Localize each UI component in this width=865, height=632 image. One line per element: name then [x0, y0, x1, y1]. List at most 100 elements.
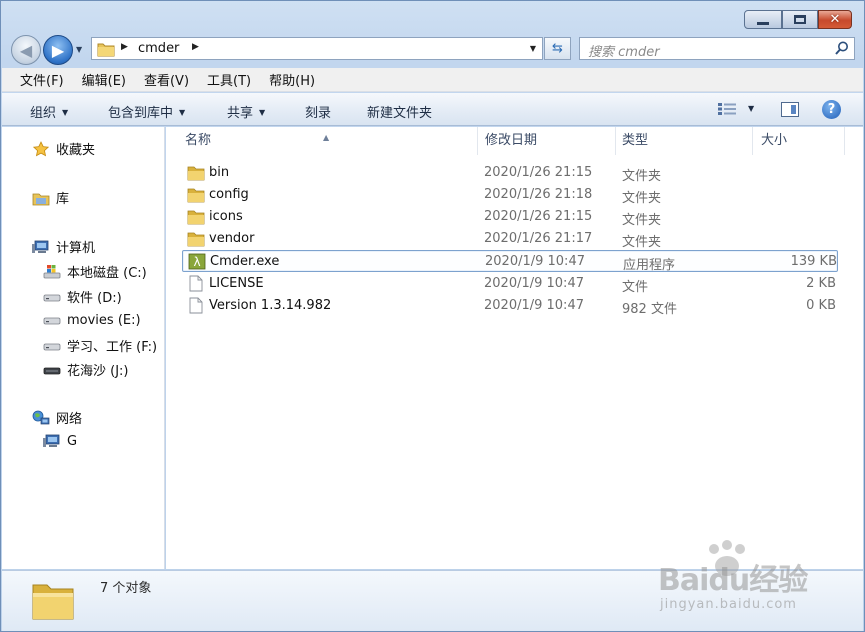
sidebar-item-label: 收藏夹 [56, 143, 96, 158]
search-placeholder: 搜索 cmder [588, 45, 660, 60]
organize-button[interactable]: 组织 ▼ [30, 102, 68, 121]
file-name: bin [209, 165, 230, 180]
sidebar-item-computer[interactable]: 计算机 [32, 237, 95, 256]
table-row[interactable]: icons 2020/1/26 21:15 文件夹 [182, 206, 838, 228]
search-input[interactable]: 搜索 cmder [579, 37, 855, 60]
explorer-window: ✕ ◀ ▶ ▼ ▶ cmder ▶ ▼ ⇆ 搜索 cmder 文件(F) 编辑( [0, 0, 865, 632]
file-type: 文件夹 [622, 169, 662, 184]
table-row[interactable]: config 2020/1/26 21:18 文件夹 [182, 184, 838, 206]
sidebar-item-network[interactable]: 网络 [32, 408, 82, 427]
back-button[interactable]: ◀ [11, 35, 41, 65]
file-modified-date: 2020/1/26 21:18 [484, 187, 593, 202]
recent-pages-dropdown[interactable]: ▼ [76, 45, 82, 54]
table-row[interactable]: λ Cmder.exe 2020/1/9 10:47 应用程序 139 KB [182, 250, 838, 273]
hard-drive-icon [43, 289, 61, 305]
menu-file[interactable]: 文件(F) [2, 70, 73, 89]
file-name: Version 1.3.14.982 [209, 298, 332, 313]
table-row[interactable]: LICENSE 2020/1/9 10:47 文件 2 KB [182, 273, 838, 295]
include-in-library-button[interactable]: 包含到库中 ▼ [108, 102, 185, 121]
column-header-modified[interactable]: 修改日期 [478, 127, 616, 155]
caption-buttons: ✕ [744, 10, 852, 29]
sidebar-item-drive-j[interactable]: 花海沙 (J:) [43, 360, 129, 379]
sort-ascending-icon: ▲ [323, 133, 330, 142]
breadcrumb-separator-icon[interactable]: ▶ [192, 42, 199, 52]
sidebar-item-label: 库 [56, 192, 70, 207]
chevron-down-icon: ▼ [259, 108, 266, 117]
computer-icon [32, 239, 50, 255]
svg-text:λ: λ [193, 255, 200, 269]
share-button[interactable]: 共享 ▼ [227, 102, 265, 121]
file-type: 文件夹 [622, 235, 662, 250]
menu-tools[interactable]: 工具(T) [198, 70, 260, 89]
sidebar-item-label: 计算机 [56, 241, 96, 256]
sidebar-item-label: 学习、工作 (F:) [67, 340, 158, 355]
sidebar-item-label: 网络 [56, 412, 83, 427]
network-icon [32, 410, 50, 426]
computer-icon [43, 433, 61, 449]
search-icon[interactable] [834, 40, 850, 56]
maximize-button[interactable] [782, 10, 818, 29]
table-row[interactable]: Version 1.3.14.982 2020/1/9 10:47 982 文件 0 … [182, 295, 838, 317]
folder-icon [187, 164, 205, 181]
column-header-size[interactable]: 大小 [753, 127, 845, 155]
forward-button[interactable]: ▶ [43, 35, 73, 65]
file-modified-date: 2020/1/26 21:17 [484, 231, 593, 246]
menu-help[interactable]: 帮助(H) [260, 70, 324, 89]
file-type: 文件夹 [622, 191, 662, 206]
file-type: 文件 [622, 280, 649, 295]
new-folder-button[interactable]: 新建文件夹 [367, 102, 432, 121]
sidebar-item-network-g[interactable]: G [43, 433, 77, 449]
sidebar-item-label: movies (E:) [67, 312, 141, 328]
column-header-type[interactable]: 类型 [616, 127, 753, 155]
minimize-icon [757, 21, 769, 25]
library-icon [32, 190, 50, 206]
lambda-app-icon: λ [188, 253, 206, 270]
file-modified-date: 2020/1/26 21:15 [484, 209, 593, 224]
breadcrumb-separator-icon[interactable]: ▶ [121, 42, 128, 52]
file-type: 文件夹 [622, 213, 662, 228]
sidebar-item-favorites[interactable]: 收藏夹 [32, 139, 95, 158]
address-history-dropdown[interactable]: ▼ [530, 44, 536, 53]
menu-view[interactable]: 查看(V) [135, 70, 198, 89]
file-name: config [209, 187, 249, 202]
file-name: icons [209, 209, 243, 224]
file-size: 139 KB [790, 254, 837, 269]
sidebar-item-label: 软件 (D:) [67, 291, 122, 306]
sidebar-item-label: G [67, 433, 78, 449]
help-icon[interactable]: ? [822, 100, 841, 119]
menu-bar: 文件(F) 编辑(E) 查看(V) 工具(T) 帮助(H) [2, 68, 863, 92]
sidebar-item-drive-c[interactable]: 本地磁盘 (C:) [43, 262, 147, 281]
refresh-icon: ⇆ [552, 41, 563, 56]
file-icon [187, 297, 205, 314]
hard-drive-icon [43, 312, 61, 328]
column-header-name[interactable]: 名称 ▲ [166, 127, 478, 155]
table-row[interactable]: vendor 2020/1/26 21:17 文件夹 [182, 228, 838, 250]
table-row[interactable]: bin 2020/1/26 21:15 文件夹 [182, 162, 838, 184]
share-label: 共享 [227, 106, 254, 121]
chevron-down-icon: ▼ [62, 108, 69, 117]
refresh-button[interactable]: ⇆ [544, 37, 571, 60]
breadcrumb-cmder[interactable]: cmder [138, 41, 179, 56]
sidebar-item-libraries[interactable]: 库 [32, 188, 69, 207]
sidebar-item-drive-f[interactable]: 学习、工作 (F:) [43, 336, 157, 355]
close-button[interactable]: ✕ [818, 10, 852, 29]
file-name: LICENSE [209, 276, 264, 291]
file-modified-date: 2020/1/9 10:47 [484, 276, 584, 291]
navigation-bar: ◀ ▶ ▼ ▶ cmder ▶ ▼ ⇆ 搜索 cmder [9, 35, 857, 65]
file-size: 2 KB [806, 276, 836, 291]
include-in-library-label: 包含到库中 [108, 106, 174, 121]
navigation-pane: 收藏夹 库 计算机 本地磁盘 (C:) 软件 (D:) movies (E:) … [2, 127, 165, 569]
preview-pane-icon[interactable] [781, 102, 799, 117]
sidebar-item-label: 本地磁盘 (C:) [67, 266, 147, 281]
sidebar-item-drive-e[interactable]: movies (E:) [43, 312, 141, 328]
burn-button[interactable]: 刻录 [305, 102, 331, 121]
view-options-icon[interactable] [717, 102, 739, 116]
menu-edit[interactable]: 编辑(E) [73, 70, 135, 89]
sidebar-item-drive-d[interactable]: 软件 (D:) [43, 287, 122, 306]
star-icon [32, 140, 50, 157]
chevron-down-icon: ▼ [179, 108, 186, 117]
folder-icon [32, 584, 74, 620]
view-options-dropdown[interactable]: ▼ [748, 104, 754, 113]
minimize-button[interactable] [744, 10, 782, 29]
address-bar[interactable]: ▶ cmder ▶ ▼ [91, 37, 543, 60]
